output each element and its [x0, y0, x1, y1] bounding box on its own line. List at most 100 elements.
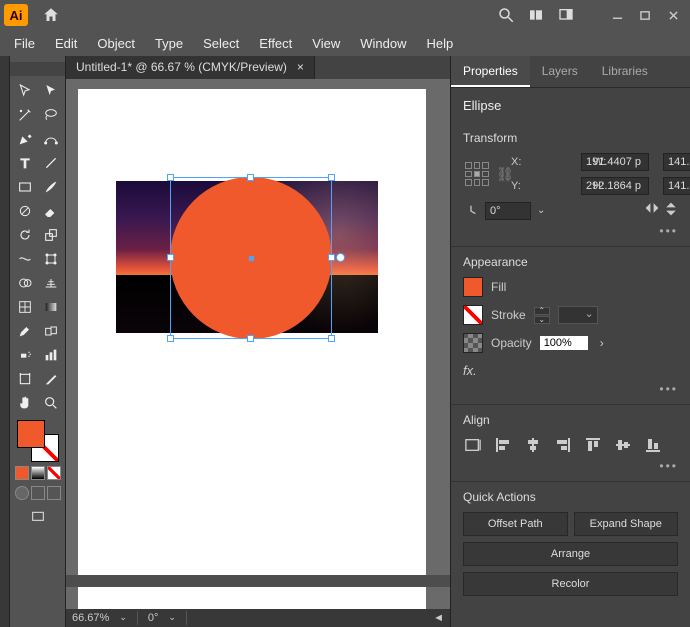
opacity-swatch[interactable]	[463, 333, 483, 353]
rotate-tool[interactable]	[13, 224, 37, 246]
stroke-color-swatch[interactable]	[463, 305, 483, 325]
mesh-tool[interactable]	[13, 296, 37, 318]
shape-builder-tool[interactable]	[13, 272, 37, 294]
gradient-tool[interactable]	[39, 296, 63, 318]
menu-file[interactable]: File	[6, 33, 43, 54]
blend-tool[interactable]	[39, 320, 63, 342]
collapsed-panel-strip[interactable]	[0, 56, 10, 627]
horizontal-scrollbar[interactable]	[66, 575, 450, 587]
close-tab-icon[interactable]: ×	[297, 60, 304, 74]
symbol-sprayer-tool[interactable]	[13, 344, 37, 366]
flip-horizontal-icon[interactable]	[644, 201, 660, 220]
fill-color-swatch[interactable]	[463, 277, 483, 297]
magic-wand-tool[interactable]	[13, 104, 37, 126]
transform-more-icon[interactable]: •••	[463, 220, 678, 238]
lasso-tool[interactable]	[39, 104, 63, 126]
gradient-mode-icon[interactable]	[31, 466, 45, 480]
screen-mode-icon[interactable]	[26, 506, 50, 528]
color-mode-icon[interactable]	[15, 466, 29, 480]
fill-swatch[interactable]	[17, 420, 45, 448]
window-minimize-icon[interactable]	[604, 5, 630, 25]
column-graph-tool[interactable]	[39, 344, 63, 366]
align-to-icon[interactable]	[463, 435, 483, 455]
tab-layers[interactable]: Layers	[530, 56, 590, 87]
direct-selection-tool[interactable]	[39, 80, 63, 102]
align-more-icon[interactable]: •••	[463, 455, 678, 473]
hand-tool[interactable]	[13, 392, 37, 414]
tools-panel-header[interactable]	[10, 62, 65, 76]
tab-libraries[interactable]: Libraries	[590, 56, 660, 87]
opacity-flyout-icon[interactable]: ›	[600, 336, 604, 350]
rotate-dropdown-icon[interactable]: ⌄	[537, 205, 545, 216]
zoom-tool[interactable]	[39, 392, 63, 414]
free-transform-tool[interactable]	[39, 248, 63, 270]
selection-bounding-box[interactable]	[170, 177, 332, 339]
handle-se[interactable]	[328, 335, 335, 342]
reference-point-widget[interactable]	[463, 160, 491, 188]
artboard[interactable]	[78, 89, 426, 609]
arrange-docs-icon[interactable]	[522, 1, 550, 29]
menu-object[interactable]: Object	[89, 33, 143, 54]
handle-n[interactable]	[247, 174, 254, 181]
handle-nw[interactable]	[167, 174, 174, 181]
document-tab[interactable]: Untitled-1* @ 66.67 % (CMYK/Preview) ×	[66, 56, 315, 79]
menu-window[interactable]: Window	[352, 33, 414, 54]
align-left-icon[interactable]	[493, 435, 513, 455]
menu-help[interactable]: Help	[418, 33, 461, 54]
line-tool[interactable]	[39, 152, 63, 174]
window-maximize-icon[interactable]	[632, 5, 658, 25]
scale-tool[interactable]	[39, 224, 63, 246]
rectangle-tool[interactable]	[13, 176, 37, 198]
stroke-weight-dropdown[interactable]	[558, 306, 598, 324]
none-mode-icon[interactable]	[47, 466, 61, 480]
handle-e[interactable]	[328, 254, 335, 261]
selection-tool[interactable]	[13, 80, 37, 102]
menu-view[interactable]: View	[304, 33, 348, 54]
pie-widget[interactable]	[336, 253, 345, 262]
type-tool[interactable]	[13, 152, 37, 174]
fill-stroke-swatches[interactable]	[15, 420, 61, 462]
align-bottom-icon[interactable]	[643, 435, 663, 455]
effects-button[interactable]: fx.	[463, 361, 678, 378]
artboard-tool[interactable]	[13, 368, 37, 390]
draw-inside-icon[interactable]	[47, 486, 61, 500]
menu-select[interactable]: Select	[195, 33, 247, 54]
center-point[interactable]	[249, 256, 254, 261]
h-field[interactable]	[663, 177, 690, 195]
rotate-view-value[interactable]: 0°	[148, 612, 159, 624]
pen-tool[interactable]	[13, 128, 37, 150]
canvas[interactable]	[66, 79, 450, 609]
zoom-level[interactable]: 66.67%	[72, 612, 109, 624]
arrange-button[interactable]: Arrange	[463, 542, 678, 566]
draw-behind-icon[interactable]	[31, 486, 45, 500]
eyedropper-tool[interactable]	[13, 320, 37, 342]
menu-edit[interactable]: Edit	[47, 33, 85, 54]
handle-sw[interactable]	[167, 335, 174, 342]
recolor-button[interactable]: Recolor	[463, 572, 678, 596]
curvature-tool[interactable]	[39, 128, 63, 150]
home-icon[interactable]	[36, 6, 66, 24]
width-tool[interactable]	[13, 248, 37, 270]
nav-left-icon[interactable]: ◄	[433, 612, 444, 624]
rotate-field[interactable]	[485, 202, 531, 220]
handle-ne[interactable]	[328, 174, 335, 181]
window-close-icon[interactable]	[660, 5, 686, 25]
expand-shape-button[interactable]: Expand Shape	[574, 512, 679, 536]
opacity-field[interactable]	[540, 336, 588, 350]
tab-properties[interactable]: Properties	[451, 56, 530, 87]
slice-tool[interactable]	[39, 368, 63, 390]
perspective-grid-tool[interactable]	[39, 272, 63, 294]
handle-s[interactable]	[247, 335, 254, 342]
paintbrush-tool[interactable]	[39, 176, 63, 198]
align-right-icon[interactable]	[553, 435, 573, 455]
search-icon[interactable]	[492, 1, 520, 29]
menu-type[interactable]: Type	[147, 33, 191, 54]
align-hcenter-icon[interactable]	[523, 435, 543, 455]
appearance-more-icon[interactable]: •••	[463, 378, 678, 396]
menu-effect[interactable]: Effect	[251, 33, 300, 54]
eraser-tool[interactable]	[39, 200, 63, 222]
handle-w[interactable]	[167, 254, 174, 261]
stroke-weight-stepper[interactable]: ⌃⌄	[534, 307, 550, 324]
w-field[interactable]	[663, 153, 690, 171]
workspace-icon[interactable]	[552, 1, 580, 29]
